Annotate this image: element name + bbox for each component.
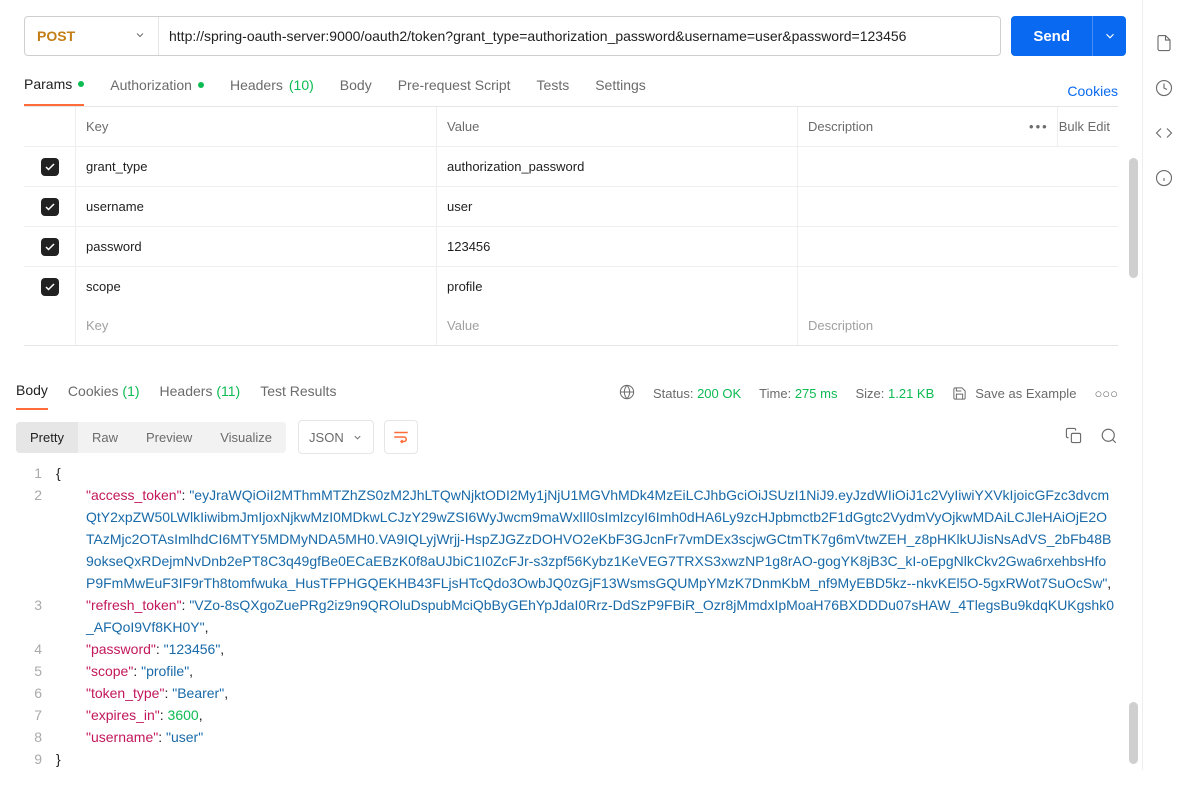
cookies-link[interactable]: Cookies xyxy=(1067,83,1118,99)
tab-body[interactable]: Body xyxy=(340,77,372,105)
col-check xyxy=(24,107,76,146)
send-options-button[interactable] xyxy=(1092,16,1126,56)
code-icon[interactable] xyxy=(1155,124,1173,145)
save-as-example[interactable]: Save as Example xyxy=(952,386,1076,401)
mode-raw[interactable]: Raw xyxy=(78,422,132,453)
more-icon[interactable]: ••• xyxy=(1029,119,1049,134)
row-value[interactable]: 123456 xyxy=(437,227,798,266)
row-check[interactable] xyxy=(24,227,76,266)
params-table: Key Value Description ••• Bulk Edit gran… xyxy=(24,106,1118,346)
scrollbar-thumb[interactable] xyxy=(1129,158,1138,278)
row-value[interactable]: profile xyxy=(437,267,798,306)
send-button[interactable]: Send xyxy=(1011,16,1092,56)
chevron-down-icon xyxy=(134,29,146,44)
new-row-check[interactable] xyxy=(24,306,76,345)
time-text: Time: 275 ms xyxy=(759,386,837,401)
row-key[interactable]: password xyxy=(76,227,437,266)
resp-tab-headers[interactable]: Headers (11) xyxy=(160,383,241,409)
mode-visualize[interactable]: Visualize xyxy=(206,422,286,453)
row-desc[interactable] xyxy=(798,267,1118,306)
params-row: grant_typeauthorization_password xyxy=(24,147,1118,187)
right-rail xyxy=(1142,0,1184,770)
line-gutter: 123456789 xyxy=(16,462,56,770)
response-more-icon[interactable]: ○○○ xyxy=(1094,386,1118,401)
response-tab-bar: Body Cookies (1) Headers (11) Test Resul… xyxy=(0,364,1142,410)
tab-tests[interactable]: Tests xyxy=(537,77,570,105)
checkbox-checked-icon[interactable] xyxy=(41,198,59,216)
send-button-group: Send xyxy=(1011,16,1126,56)
comments-icon[interactable] xyxy=(1155,79,1173,100)
checkbox-checked-icon[interactable] xyxy=(41,158,59,176)
col-desc: Description xyxy=(798,107,1058,146)
globe-icon[interactable] xyxy=(619,384,635,403)
copy-icon[interactable] xyxy=(1065,427,1082,447)
row-check[interactable] xyxy=(24,147,76,186)
code-content[interactable]: {"access_token": "eyJraWQiOiI2MThmMTZhZS… xyxy=(56,462,1126,770)
row-check[interactable] xyxy=(24,187,76,226)
checkbox-checked-icon[interactable] xyxy=(41,238,59,256)
row-value[interactable]: user xyxy=(437,187,798,226)
col-actions: ••• Bulk Edit xyxy=(1058,107,1118,146)
checkbox-checked-icon[interactable] xyxy=(41,278,59,296)
response-body[interactable]: 123456789 {"access_token": "eyJraWQiOiI2… xyxy=(0,462,1142,770)
row-desc[interactable] xyxy=(798,147,1118,186)
response-toolbar: Pretty Raw Preview Visualize JSON xyxy=(0,410,1142,462)
params-header-row: Key Value Description ••• Bulk Edit xyxy=(24,107,1118,147)
row-key[interactable]: scope xyxy=(76,267,437,306)
params-new-row: Key Value Description xyxy=(24,306,1118,345)
status-text: Status: 200 OK xyxy=(653,386,741,401)
params-row: usernameuser xyxy=(24,187,1118,227)
url-wrapper: POST http://spring-oauth-server:9000/oau… xyxy=(24,16,1001,56)
mode-pretty[interactable]: Pretty xyxy=(16,422,78,453)
language-select[interactable]: JSON xyxy=(298,420,374,454)
request-tab-bar: Params Authorization Headers (10) Body P… xyxy=(0,56,1142,106)
url-input[interactable]: http://spring-oauth-server:9000/oauth2/t… xyxy=(159,17,1000,55)
active-dot-icon xyxy=(198,82,204,88)
tab-settings[interactable]: Settings xyxy=(595,77,646,105)
row-desc[interactable] xyxy=(798,227,1118,266)
params-row: password123456 xyxy=(24,227,1118,267)
scrollbar-thumb[interactable] xyxy=(1129,702,1138,764)
row-desc[interactable] xyxy=(798,187,1118,226)
resp-tab-body[interactable]: Body xyxy=(16,382,48,410)
col-key: Key xyxy=(76,107,437,146)
bulk-edit-link[interactable]: Bulk Edit xyxy=(1059,119,1110,134)
mode-preview[interactable]: Preview xyxy=(132,422,206,453)
row-key[interactable]: username xyxy=(76,187,437,226)
request-row: POST http://spring-oauth-server:9000/oau… xyxy=(0,0,1142,56)
docs-icon[interactable] xyxy=(1155,34,1173,55)
view-mode-segment: Pretty Raw Preview Visualize xyxy=(16,422,286,453)
resp-tab-tests[interactable]: Test Results xyxy=(260,383,336,409)
search-icon[interactable] xyxy=(1100,427,1118,448)
new-row-desc[interactable]: Description xyxy=(798,306,1118,345)
tab-authorization[interactable]: Authorization xyxy=(110,77,204,105)
row-key[interactable]: grant_type xyxy=(76,147,437,186)
row-check[interactable] xyxy=(24,267,76,306)
response-meta: Status: 200 OK Time: 275 ms Size: 1.21 K… xyxy=(619,384,1118,409)
http-method: POST xyxy=(37,28,75,44)
tab-params[interactable]: Params xyxy=(24,76,84,106)
resp-tab-cookies[interactable]: Cookies (1) xyxy=(68,383,140,409)
tab-headers[interactable]: Headers (10) xyxy=(230,77,314,105)
http-method-select[interactable]: POST xyxy=(25,17,159,55)
wrap-lines-button[interactable] xyxy=(384,420,418,454)
tab-prerequest[interactable]: Pre-request Script xyxy=(398,77,511,105)
row-value[interactable]: authorization_password xyxy=(437,147,798,186)
new-row-key[interactable]: Key xyxy=(76,306,437,345)
col-value: Value xyxy=(437,107,798,146)
size-text: Size: 1.21 KB xyxy=(855,386,934,401)
info-icon[interactable] xyxy=(1155,169,1173,190)
params-row: scopeprofile xyxy=(24,267,1118,306)
active-dot-icon xyxy=(78,81,84,87)
new-row-value[interactable]: Value xyxy=(437,306,798,345)
